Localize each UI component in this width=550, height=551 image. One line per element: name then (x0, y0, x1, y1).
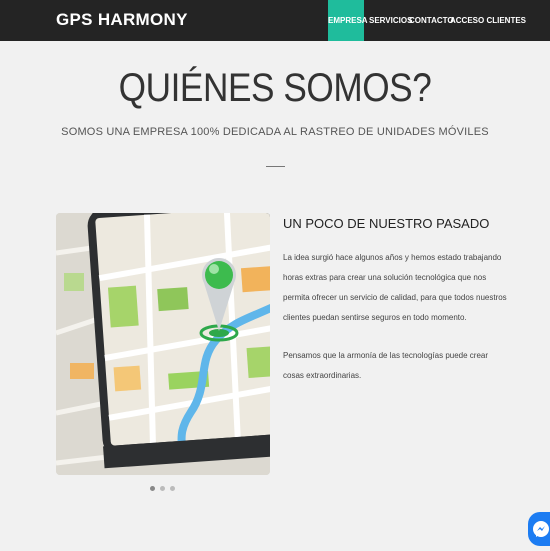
phone-map-illustration (56, 213, 270, 475)
nav-item-contacto[interactable]: CONTACTO (409, 0, 454, 41)
carousel-dot-3[interactable] (170, 486, 175, 491)
messenger-icon (533, 521, 549, 537)
brand-logo[interactable]: GPS HARMONY (56, 10, 188, 30)
carousel-slide-image[interactable] (56, 213, 270, 475)
page-title: QUIÉNES SOMOS? (118, 66, 432, 110)
section-title: UN POCO DE NUESTRO PASADO (283, 216, 490, 231)
navbar: GPS HARMONY EMPRESA SERVICIOS CONTACTO A… (0, 0, 550, 41)
messenger-chat-button[interactable] (528, 512, 550, 546)
title-divider (266, 166, 285, 167)
about-paragraph-2: Pensamos que la armonía de las tecnologí… (283, 351, 489, 380)
carousel-dot-2[interactable] (160, 486, 165, 491)
nav-item-acceso-clientes[interactable]: ACCESO CLIENTES (450, 0, 526, 41)
carousel-dot-1[interactable] (150, 486, 155, 491)
about-paragraph-1: La idea surgió hace algunos años y hemos… (283, 253, 507, 322)
nav-item-servicios[interactable]: SERVICIOS (369, 0, 412, 41)
nav-item-empresa[interactable]: EMPRESA (328, 0, 368, 41)
page-subtitle: SOMOS UNA EMPRESA 100% DEDICADA AL RASTR… (61, 126, 489, 138)
